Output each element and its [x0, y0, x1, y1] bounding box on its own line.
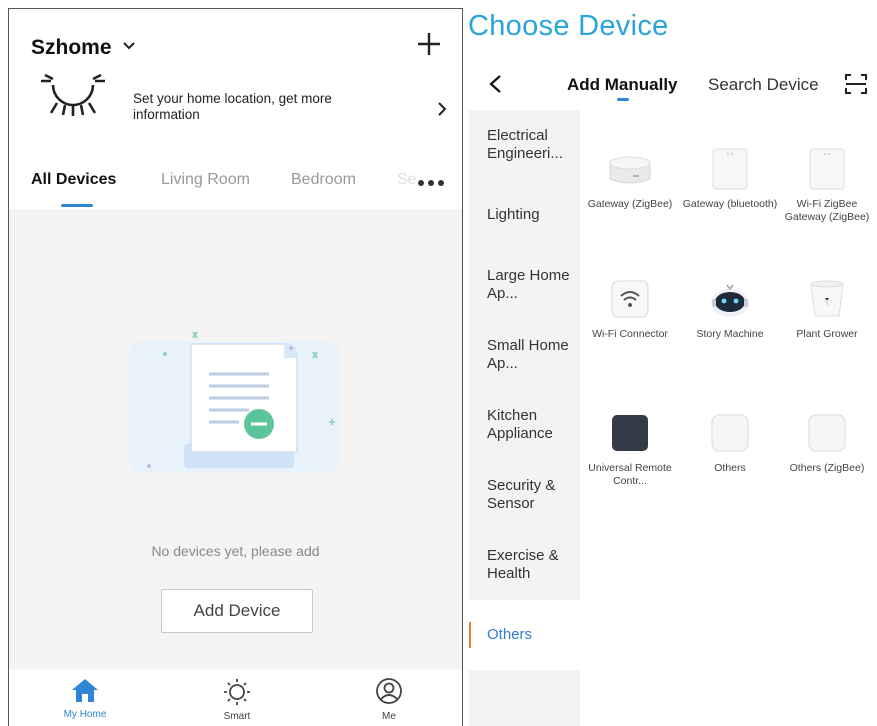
category-label: Kitchen Appliance: [487, 407, 553, 442]
nav-me[interactable]: Me: [349, 677, 429, 722]
device-label: Story Machine: [696, 328, 764, 340]
category-label: Small Home Ap...: [487, 337, 569, 372]
active-category-indicator: [469, 622, 471, 648]
device-gateway-bluetooth[interactable]: Gateway (bluetooth): [680, 146, 780, 211]
category-label: Large Home Ap...: [487, 267, 570, 302]
category-lighting[interactable]: Lighting: [469, 180, 580, 250]
bottom-navigation: My Home Smart Me: [9, 669, 462, 726]
generic-device-icon: [711, 414, 749, 452]
device-label: Universal Remote Contr...: [588, 462, 672, 487]
tab-all-devices[interactable]: All Devices: [31, 171, 116, 189]
category-others[interactable]: Others: [469, 600, 580, 670]
device-plant-grower[interactable]: Plant Grower: [777, 276, 877, 341]
device-label: Others (ZigBee): [789, 462, 865, 474]
empty-state-message: No devices yet, please add: [151, 543, 320, 559]
robot-icon: [711, 284, 749, 317]
category-label: Lighting: [487, 206, 540, 223]
device-list-empty: No devices yet, please add Add Device: [9, 209, 462, 669]
choose-device-screen: Choose Device Add Manually Search Device…: [466, 0, 877, 726]
remote-hub-icon: [612, 415, 648, 451]
nav-label-me: Me: [382, 711, 396, 722]
chevron-right-icon[interactable]: [437, 102, 447, 116]
gateway-zigbee-icon: [609, 156, 651, 184]
generic-zigbee-device-icon: [808, 414, 846, 452]
room-tabs: All Devices Living Room Bedroom Se: [9, 159, 462, 207]
tab-living-room[interactable]: Living Room: [161, 171, 250, 189]
category-kitchen-appliance[interactable]: Kitchen Appliance: [469, 390, 580, 460]
plant-pot-icon: [810, 280, 844, 317]
category-sidebar: Electrical Engineeri... Lighting Large H…: [469, 110, 580, 726]
device-story-machine[interactable]: Story Machine: [680, 276, 780, 341]
home-name[interactable]: Szhome: [31, 36, 112, 60]
back-arrow-icon[interactable]: [488, 74, 502, 94]
add-device-button[interactable]: Add Device: [161, 589, 313, 633]
empty-list-illustration: [129, 331, 339, 472]
category-label: Security & Sensor: [487, 477, 556, 512]
tab-bedroom[interactable]: Bedroom: [291, 171, 356, 189]
active-tab-indicator: [61, 204, 93, 207]
wifi-connector-icon: [611, 280, 649, 318]
category-large-home-appliance[interactable]: Large Home Ap...: [469, 250, 580, 320]
home-location-banner[interactable]: Set your home location, get more informa…: [9, 71, 462, 137]
device-label: Wi-Fi Connector: [592, 328, 668, 340]
tab-overflow[interactable]: Se: [397, 171, 417, 189]
house-icon: [72, 679, 98, 702]
scan-qr-icon[interactable]: [844, 73, 868, 95]
sun-icon: [41, 73, 105, 116]
choose-device-title: Choose Device: [468, 10, 669, 42]
device-label: Others: [714, 462, 746, 474]
device-others-zigbee[interactable]: Others (ZigBee): [777, 410, 877, 475]
category-label: Exercise & Health: [487, 547, 559, 582]
home-header: Szhome: [9, 9, 462, 69]
category-security-sensor[interactable]: Security & Sensor: [469, 460, 580, 530]
user-profile-icon: [376, 678, 402, 704]
device-grid: Gateway (ZigBee) Gateway (bluetooth) Wi-…: [580, 110, 877, 726]
device-label: Gateway (bluetooth): [682, 198, 778, 210]
active-tab-indicator: [617, 98, 629, 101]
chevron-down-icon[interactable]: [122, 39, 136, 53]
gateway-bluetooth-icon: [712, 148, 748, 190]
more-horizontal-icon[interactable]: [417, 179, 445, 187]
nav-my-home[interactable]: My Home: [45, 677, 125, 720]
device-label: Plant Grower: [796, 328, 858, 340]
device-gateway-zigbee[interactable]: Gateway (ZigBee): [580, 146, 680, 211]
location-prompt: Set your home location, get more informa…: [133, 91, 332, 122]
my-home-screen: Szhome Set your home location, get more …: [8, 8, 463, 726]
device-wifi-connector[interactable]: Wi-Fi Connector: [580, 276, 680, 341]
category-electrical[interactable]: Electrical Engineeri...: [469, 110, 580, 180]
nav-label-my-home: My Home: [63, 709, 107, 720]
nav-smart[interactable]: Smart: [197, 677, 277, 722]
category-small-home-appliance[interactable]: Small Home Ap...: [469, 320, 580, 390]
tab-add-manually[interactable]: Add Manually: [567, 75, 678, 95]
device-label: Wi-Fi ZigBee Gateway (ZigBee): [784, 198, 870, 223]
wifi-zigbee-gateway-icon: [809, 148, 845, 190]
smart-sun-icon: [224, 679, 250, 705]
device-others[interactable]: Others: [680, 410, 780, 475]
device-universal-remote[interactable]: Universal Remote Contr...: [580, 410, 680, 487]
screenshot-root: Szhome Set your home location, get more …: [0, 0, 877, 726]
nav-label-smart: Smart: [223, 711, 251, 722]
device-wifi-zigbee-gateway[interactable]: Wi-Fi ZigBee Gateway (ZigBee): [777, 146, 877, 223]
category-label: Others: [487, 626, 533, 643]
category-exercise-health[interactable]: Exercise & Health: [469, 530, 580, 600]
category-label: Electrical Engineeri...: [487, 127, 563, 162]
device-label: Gateway (ZigBee): [587, 198, 673, 210]
tab-search-device[interactable]: Search Device: [708, 75, 819, 95]
plus-icon[interactable]: [416, 31, 442, 57]
